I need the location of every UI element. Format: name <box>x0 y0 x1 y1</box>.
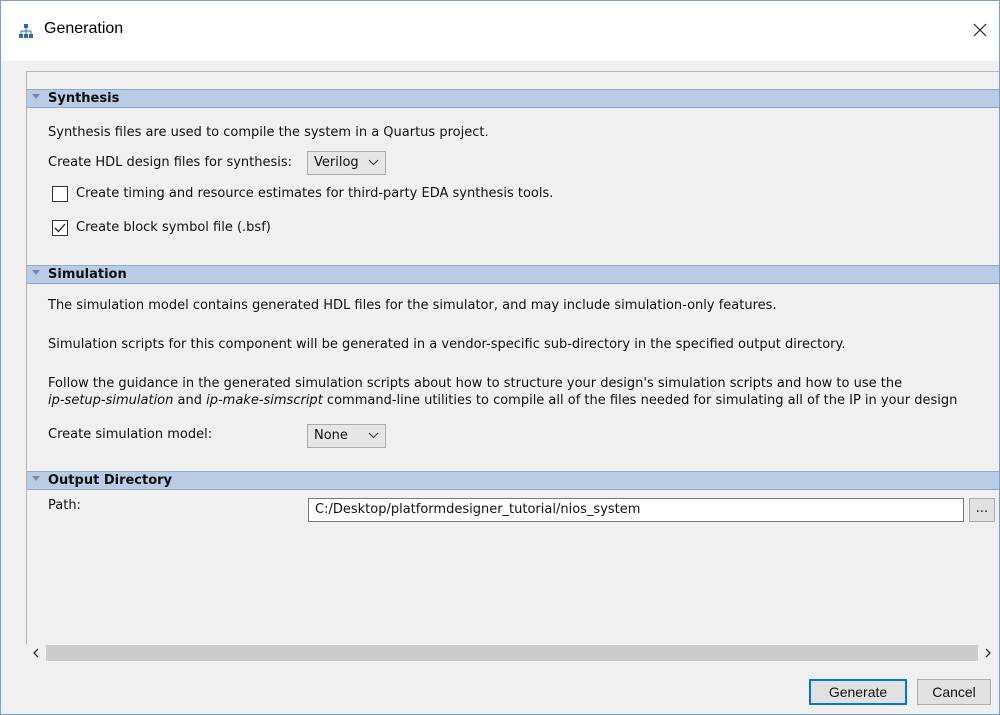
collapse-triangle-icon <box>32 476 40 481</box>
collapse-triangle-icon <box>32 94 40 99</box>
simulation-line-4-rest: command-line utilities to compile all of… <box>322 393 958 408</box>
simulation-line-1: The simulation model contains generated … <box>48 298 777 313</box>
generate-button[interactable]: Generate <box>809 679 907 705</box>
close-icon <box>973 23 987 37</box>
ip-setup-simulation-util: ip-setup-simulation <box>48 393 174 408</box>
block-symbol-checkbox[interactable] <box>52 220 68 236</box>
checkmark-icon <box>54 223 66 233</box>
section-title: Simulation <box>48 267 127 282</box>
scroll-right-icon[interactable] <box>982 647 994 659</box>
path-label: Path: <box>48 498 81 513</box>
scroll-left-icon[interactable] <box>30 647 42 659</box>
block-symbol-label: Create block symbol file (.bsf) <box>76 220 271 235</box>
hdl-language-value: Verilog <box>314 155 359 170</box>
close-button[interactable] <box>965 15 995 45</box>
simulation-section-header[interactable]: Simulation <box>27 265 999 284</box>
simulation-model-value: None <box>314 428 348 443</box>
ip-make-simscript-util: ip-make-simscript <box>206 393 323 408</box>
generation-dialog: Generation Synthesis Synthesis files are… <box>0 0 1000 715</box>
chevron-down-icon <box>368 159 379 166</box>
timing-estimates-label: Create timing and resource estimates for… <box>76 186 554 201</box>
chevron-down-icon <box>368 432 379 439</box>
simulation-line-2: Simulation scripts for this component wi… <box>48 337 846 352</box>
simulation-line-3: Follow the guidance in the generated sim… <box>48 376 903 391</box>
section-title: Output Directory <box>48 473 173 488</box>
collapse-triangle-icon <box>32 270 40 275</box>
title-bar: Generation <box>1 1 999 61</box>
horizontal-scrollbar[interactable] <box>26 644 998 662</box>
scrollbar-thumb[interactable] <box>46 645 978 661</box>
cancel-button[interactable]: Cancel <box>917 679 991 705</box>
simulation-line-4: ip-setup-simulation and ip-make-simscrip… <box>48 393 957 409</box>
synthesis-section-header[interactable]: Synthesis <box>27 89 999 108</box>
hierarchy-icon <box>19 24 33 38</box>
simulation-model-label: Create simulation model: <box>48 427 213 442</box>
synthesis-description: Synthesis files are used to compile the … <box>48 125 489 140</box>
dialog-title: Generation <box>44 20 124 37</box>
timing-estimates-checkbox[interactable] <box>52 186 68 202</box>
browse-button[interactable]: ... <box>969 498 995 522</box>
output-path-input[interactable]: C:/Desktop/platformdesigner_tutorial/nio… <box>308 498 964 522</box>
output-directory-section-header[interactable]: Output Directory <box>27 471 999 490</box>
settings-panel: Synthesis Synthesis files are used to co… <box>26 71 999 644</box>
hdl-language-select[interactable]: Verilog <box>307 151 386 175</box>
simulation-model-select[interactable]: None <box>307 424 386 448</box>
section-title: Synthesis <box>48 91 120 106</box>
conjunction: and <box>173 393 207 408</box>
hdl-label: Create HDL design files for synthesis: <box>48 155 293 170</box>
